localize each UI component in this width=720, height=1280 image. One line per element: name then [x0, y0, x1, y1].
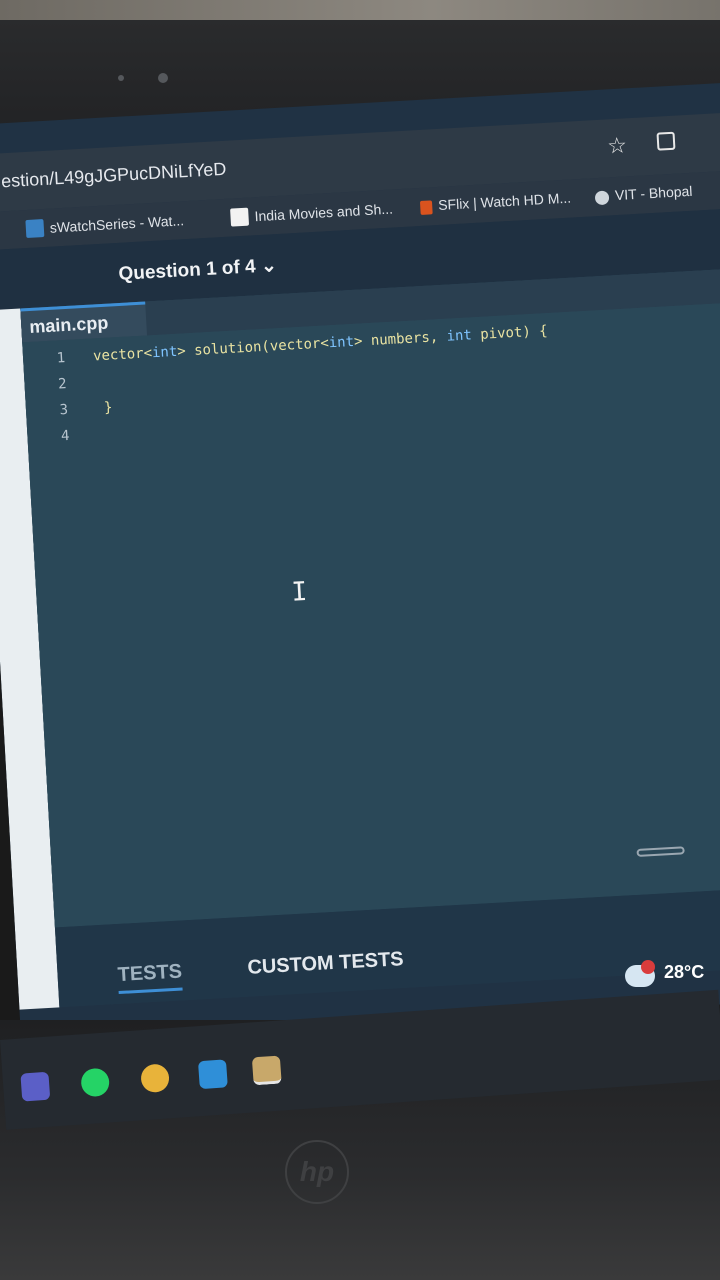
tab-custom-tests[interactable]: CUSTOM TESTS [247, 948, 404, 980]
text-cursor-icon: I [290, 576, 309, 608]
hp-logo-icon: hp [285, 1140, 349, 1204]
question-selector[interactable]: Question 1 of 4 ⌄ [118, 254, 277, 286]
line-number: 4 [60, 427, 70, 445]
vscode-icon[interactable] [197, 1059, 228, 1090]
weather-temp[interactable]: 28°C [664, 962, 704, 983]
code-editor[interactable]: main.cpp 1 vector<int> solution(vector<i… [20, 266, 720, 928]
chevron-down-icon: ⌄ [260, 255, 278, 277]
url-text[interactable]: estion/L49gJGPucDNiLfYeD [1, 159, 227, 193]
question-title: Question 1 of 4 [117, 256, 257, 285]
line-number: 3 [59, 401, 69, 419]
line-number: 1 [56, 350, 66, 367]
bookmark-label: sWatchSeries - Wat... [49, 212, 185, 236]
weather-alert-badge [641, 960, 655, 974]
chrome-icon[interactable] [140, 1063, 170, 1094]
code-text[interactable]: } [104, 400, 113, 416]
laptop-screen: estion/L49gJGPucDNiLfYeD ☆ sWatchSeries … [0, 81, 720, 1044]
sflix-favicon-icon [419, 200, 433, 215]
resize-handle[interactable] [636, 846, 685, 857]
code-area[interactable]: 1 vector<int> solution(vector<int> numbe… [22, 299, 720, 928]
webcam-icon [118, 75, 124, 81]
bookmark-label: VIT - Bhopal [614, 182, 693, 204]
bookmark-item[interactable]: India Movies and Sh... [230, 200, 393, 227]
chrome-active-icon[interactable] [251, 1055, 282, 1086]
teams-icon[interactable] [20, 1071, 51, 1102]
file-tab-label: main.cpp [28, 312, 109, 337]
bookmark-favicon-icon [25, 219, 45, 239]
webcam-lens-icon [158, 73, 168, 83]
bookmark-star-icon[interactable]: ☆ [606, 132, 627, 159]
line-number: 2 [57, 376, 68, 393]
bookmark-item[interactable]: VIT - Bhopal [594, 182, 693, 206]
bookmark-label: SFlix | Watch HD M... [437, 189, 572, 213]
bookmark-item[interactable]: SFlix | Watch HD M... [419, 189, 572, 215]
globe-icon [594, 190, 610, 206]
tab-tests[interactable]: TESTS [117, 960, 184, 995]
bookmark-favicon-icon [230, 207, 250, 227]
extensions-icon[interactable] [656, 131, 676, 151]
bookmark-item[interactable]: sWatchSeries - Wat... [25, 211, 185, 239]
bookmark-label: India Movies and Sh... [254, 200, 394, 225]
whatsapp-icon[interactable] [80, 1067, 111, 1098]
